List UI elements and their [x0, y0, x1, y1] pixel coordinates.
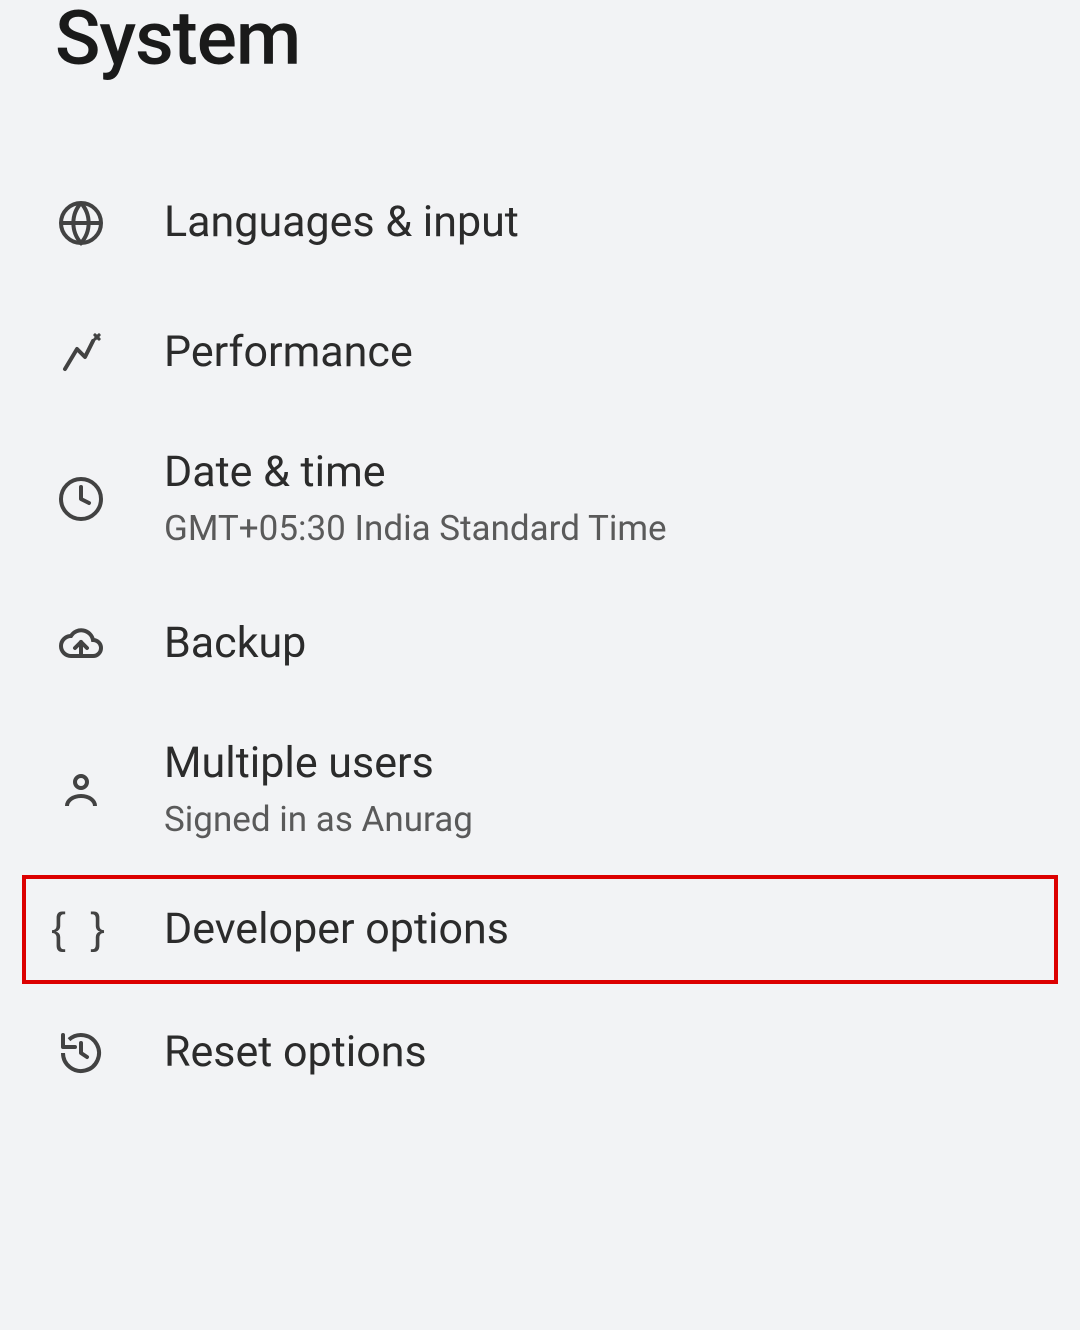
- item-title: Multiple users: [164, 737, 473, 791]
- item-title: Reset options: [164, 1026, 427, 1080]
- person-icon: [55, 764, 107, 816]
- text-group: Developer options: [164, 903, 509, 957]
- cloud-upload-icon: [55, 618, 107, 670]
- setting-item-languages[interactable]: Languages & input: [0, 158, 1080, 288]
- setting-item-backup[interactable]: Backup: [0, 579, 1080, 709]
- text-group: Backup: [164, 617, 306, 671]
- text-group: Languages & input: [164, 196, 519, 250]
- setting-item-reset[interactable]: Reset options: [0, 988, 1080, 1118]
- item-title: Date & time: [164, 446, 667, 500]
- item-title: Backup: [164, 617, 306, 671]
- setting-item-datetime[interactable]: Date & time GMT+05:30 India Standard Tim…: [0, 418, 1080, 579]
- settings-list: Languages & input Performance Date & tim…: [0, 158, 1080, 1118]
- item-subtitle: Signed in as Anurag: [164, 797, 473, 843]
- item-title: Performance: [164, 326, 413, 380]
- text-group: Multiple users Signed in as Anurag: [164, 737, 473, 842]
- braces-icon: { }: [55, 903, 107, 955]
- reset-icon: [55, 1027, 107, 1079]
- text-group: Reset options: [164, 1026, 427, 1080]
- text-group: Date & time GMT+05:30 India Standard Tim…: [164, 446, 667, 551]
- clock-icon: [55, 473, 107, 525]
- globe-icon: [55, 197, 107, 249]
- item-title: Developer options: [164, 903, 509, 957]
- text-group: Performance: [164, 326, 413, 380]
- setting-item-performance[interactable]: Performance: [0, 288, 1080, 418]
- item-title: Languages & input: [164, 196, 519, 250]
- setting-item-developer[interactable]: { } Developer options: [22, 875, 1058, 985]
- page-title: System: [0, 0, 1080, 83]
- performance-icon: [55, 327, 107, 379]
- item-subtitle: GMT+05:30 India Standard Time: [164, 506, 667, 552]
- setting-item-multipleusers[interactable]: Multiple users Signed in as Anurag: [0, 709, 1080, 870]
